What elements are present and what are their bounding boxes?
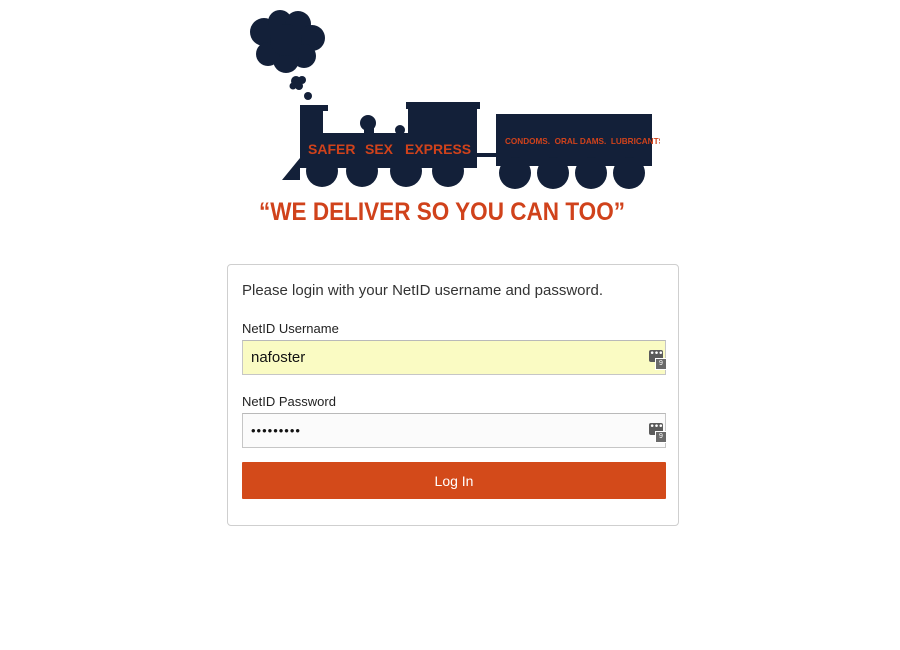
login-form: Please login with your NetID username an… — [227, 264, 679, 526]
login-button[interactable]: Log In — [242, 462, 666, 499]
password-input[interactable] — [243, 414, 639, 447]
logo-slogan: “WE DELIVER SO YOU CAN TOO” — [259, 198, 625, 226]
train-word-safer: SAFER — [308, 141, 355, 157]
username-label: NetID Username — [242, 321, 339, 336]
tender-car-icon — [496, 114, 652, 189]
password-manager-icon[interactable]: ••• 9 — [649, 423, 667, 443]
safer-sex-express-logo: SAFER SEX EXPRESS CONDOMS. ORAL DAMS. LU… — [240, 8, 660, 230]
password-label: NetID Password — [242, 394, 336, 409]
login-instructions: Please login with your NetID username an… — [242, 282, 604, 299]
username-input[interactable] — [243, 341, 639, 374]
password-manager-icon[interactable]: ••• 9 — [649, 350, 667, 370]
train-word-sex: SEX — [365, 141, 394, 157]
train-logo-graphic: SAFER SEX EXPRESS CONDOMS. ORAL DAMS. LU… — [250, 10, 660, 226]
smoke-cloud-icon — [250, 10, 325, 100]
password-field-wrapper: ••• 9 — [242, 413, 667, 448]
login-page: SAFER SEX EXPRESS CONDOMS. ORAL DAMS. LU… — [0, 0, 900, 650]
train-word-express: EXPRESS — [405, 141, 471, 157]
tender-car-text: CONDOMS. ORAL DAMS. LUBRICANTS. — [505, 137, 660, 146]
username-field-wrapper: •••9 — [242, 340, 667, 375]
